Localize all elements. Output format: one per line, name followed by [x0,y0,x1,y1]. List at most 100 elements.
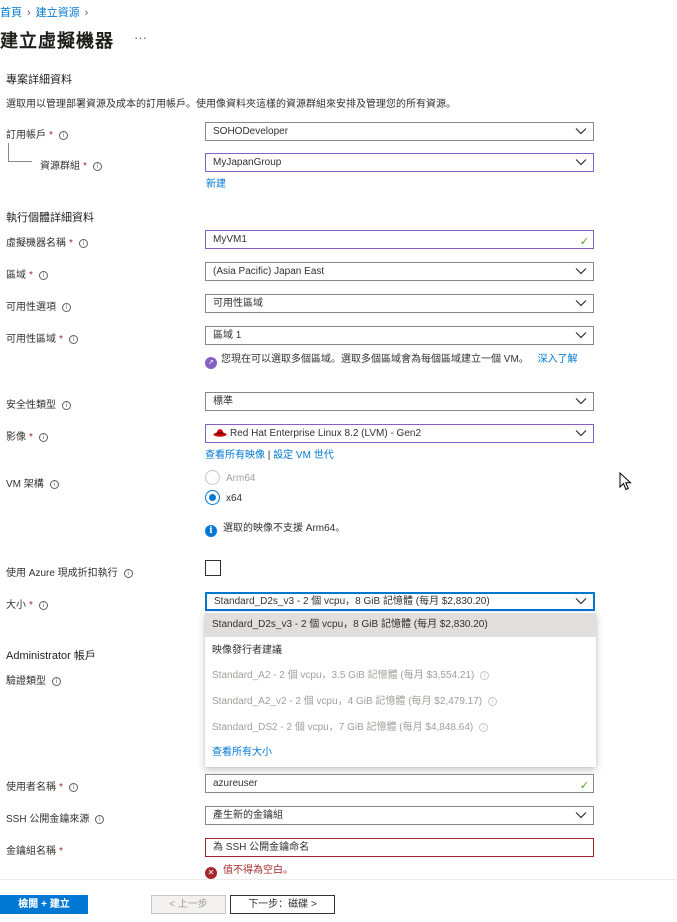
key-pair-name-label: 金鑰組名稱 * [6,842,63,857]
previous-button[interactable]: < 上一步 [151,895,226,914]
info-icon[interactable]: i [52,677,61,686]
size-option-selected[interactable]: Standard_D2s_v3 - 2 個 vcpu，8 GiB 記憶體 (每月… [205,613,596,637]
info-icon[interactable]: i [62,401,71,410]
info-icon[interactable]: i [95,815,105,824]
vm-architecture-label: VM 架構 i [6,475,59,490]
info-icon[interactable]: i [38,601,48,610]
breadcrumb-create-resource[interactable]: 建立資源 [36,7,80,19]
region-select[interactable]: (Asia Pacific) Japan East [205,262,594,281]
required-marker: * [69,238,73,249]
vm-name-label-text: 虛擬機器名稱 [6,238,66,249]
availability-options-value: 可用性區域 [213,298,263,309]
info-icon[interactable]: i [92,162,102,171]
info-icon[interactable]: i [38,433,48,442]
size-label-text: 大小 [6,600,26,611]
info-icon[interactable]: i [488,697,498,706]
availability-zone-label-text: 可用性區域 [6,334,56,345]
info-icon[interactable]: i [123,569,133,578]
key-pair-name-error-text: 值不得為空白。 [223,865,293,876]
review-create-button[interactable]: 檢閱 + 建立 [0,895,88,914]
see-all-images-link[interactable]: 查看所有映像 [205,450,265,461]
instance-details-heading: 執行個體詳細資料 [6,212,94,224]
dropdown-group-header: 映像發行者建議 [212,645,282,656]
image-label-text: 影像 [6,432,26,443]
vm-name-input[interactable]: MyVM1 ✓ [205,230,594,249]
info-icon[interactable]: i [479,723,489,732]
info-icon[interactable]: i [68,335,78,344]
availability-zone-select[interactable]: 區域 1 [205,326,594,345]
size-option: Standard_DS2 - 2 個 vcpu，7 GiB 記憶體 (每月 $4… [205,716,596,740]
info-icon[interactable]: i [78,239,88,248]
vm-name-value: MyVM1 [213,234,247,245]
auth-type-label: 驗證類型 i [6,672,61,687]
project-details-heading: 專案詳細資料 [6,74,72,86]
size-option-label: Standard_DS2 - 2 個 vcpu，7 GiB 記憶體 (每月 $4… [212,722,474,733]
info-icon[interactable]: i [68,783,78,792]
radio-arm64[interactable]: Arm64 [205,470,255,485]
footer-divider [0,879,677,880]
ssh-key-source-label: SSH 公開金鑰來源 i [6,810,105,825]
chevron-down-icon [575,266,587,276]
key-pair-name-input[interactable]: 為 SSH 公開金鑰命名 [205,838,594,857]
mouse-cursor-icon [619,472,632,491]
radio-button[interactable] [205,490,220,505]
vm-architecture-label-text: VM 架構 [6,479,44,490]
tree-connector [8,143,9,162]
more-options-button[interactable]: ··· [134,30,147,45]
key-pair-name-placeholder: 為 SSH 公開金鑰命名 [213,842,310,853]
chevron-down-icon [575,810,587,820]
subscription-label-text: 訂用帳戶 [6,130,46,141]
username-label: 使用者名稱 * i [6,778,78,793]
checkmark-icon: ✓ [579,779,589,792]
required-marker: * [49,130,53,141]
subscription-value: SOHODeveloper [213,126,289,137]
subscription-select[interactable]: SOHODeveloper [205,122,594,141]
spot-discount-label: 使用 Azure 現成折扣執行 i [6,564,133,579]
required-marker: * [29,270,33,281]
resource-group-label: 資源群組 * i [40,157,102,172]
chevron-down-icon [575,298,587,308]
size-option-label: Standard_A2 - 2 個 vcpu，3.5 GiB 記憶體 (每月 $… [212,670,475,681]
chevron-up-icon [575,596,587,606]
security-type-label-text: 安全性類型 [6,400,56,411]
learn-more-link[interactable]: 深入了解 [538,354,578,365]
username-input[interactable]: azureuser ✓ [205,774,594,793]
radio-x64[interactable]: x64 [205,490,242,505]
key-pair-name-label-text: 金鑰組名稱 [6,846,56,857]
required-marker: * [29,432,33,443]
username-value: azureuser [213,778,258,789]
info-icon[interactable]: i [480,671,490,680]
next-disks-button[interactable]: 下一步：磁碟 > [230,895,335,914]
region-value: (Asia Pacific) Japan East [213,266,325,277]
chevron-down-icon [575,126,587,136]
zone-note-text: 您現在可以選取多個區域。選取多個區域會為每個區域建立一個 VM。 [221,354,529,365]
info-icon[interactable]: i [62,303,71,312]
spot-discount-checkbox[interactable] [205,560,221,576]
security-type-select[interactable]: 標準 [205,392,594,411]
availability-options-select[interactable]: 可用性區域 [205,294,594,313]
ssh-key-source-select[interactable]: 產生新的金鑰組 [205,806,594,825]
info-icon[interactable]: i [49,480,59,489]
configure-vm-generation-link[interactable]: 設定 VM 世代 [273,450,334,461]
required-marker: * [83,161,87,172]
create-new-resource-group-link[interactable]: 新建 [206,175,226,190]
info-icon[interactable]: i [58,131,68,140]
info-filled-icon: i [205,525,217,537]
admin-account-heading: Administrator 帳戶 [6,650,96,662]
availability-zone-label: 可用性區域 * i [6,330,78,345]
size-select[interactable]: Standard_D2s_v3 - 2 個 vcpu，8 GiB 記憶體 (每月… [205,592,595,611]
see-all-sizes-link[interactable]: 查看所有大小 [205,741,596,765]
image-value: Red Hat Enterprise Linux 8.2 (LVM) - Gen… [230,428,422,439]
ssh-key-source-value: 產生新的金鑰組 [213,810,283,821]
image-select[interactable]: Red Hat Enterprise Linux 8.2 (LVM) - Gen… [205,424,594,443]
breadcrumb-separator: › [84,7,89,19]
spot-discount-label-text: 使用 Azure 現成折扣執行 [6,568,118,579]
info-icon[interactable]: i [38,271,48,280]
tree-connector [8,161,32,162]
availability-options-label-text: 可用性選項 [6,302,56,313]
breadcrumb-home[interactable]: 首頁 [0,7,22,19]
availability-options-label: 可用性選項 i [6,298,71,313]
radio-button[interactable] [205,470,220,485]
image-links: 查看所有映像 | 設定 VM 世代 [205,446,334,461]
resource-group-select[interactable]: MyJapanGroup [205,153,594,172]
